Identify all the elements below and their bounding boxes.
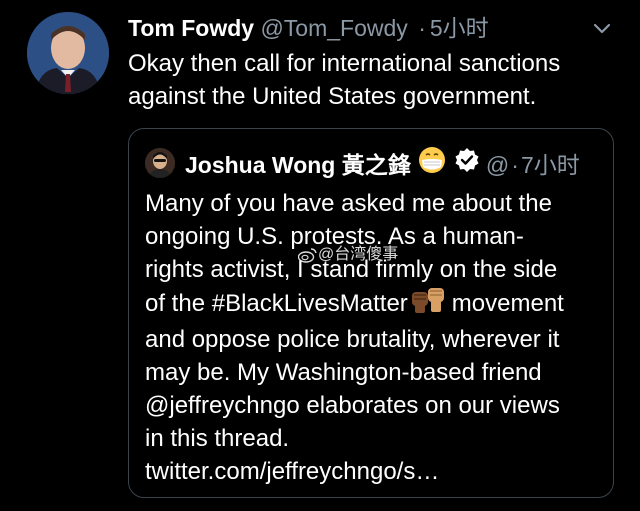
watermark-text: @台湾傻事 (318, 246, 399, 263)
hashtag-line: of the #BlackLivesMatter (145, 289, 408, 317)
quoted-tweet-card[interactable]: Joshua Wong 黃之鋒 @·7小时 Many of you have a… (128, 128, 614, 498)
link-line[interactable]: twitter.com/jeffreychngo/s… (145, 455, 601, 488)
chevron-down-icon[interactable] (591, 18, 613, 40)
text-line: @jeffreychngo elaborates on our views (145, 392, 560, 419)
mask-face-emoji-icon (417, 145, 447, 185)
quoted-author-avatar (145, 148, 175, 178)
text-line: Many of you have asked me about the (145, 190, 552, 217)
quoted-tweet-time[interactable]: 7小时 (521, 152, 580, 178)
quoted-author-handle[interactable]: @ (486, 152, 509, 178)
author-avatar[interactable] (27, 12, 109, 94)
text-line: and oppose police brutality, wherever it (145, 326, 560, 353)
text-line: in this thread. (145, 425, 290, 452)
weibo-logo-icon (297, 248, 317, 263)
tweet-text: Okay then call for international sanctio… (128, 50, 561, 110)
separator-dot: · (511, 152, 519, 178)
quoted-author-name[interactable]: Joshua Wong 黃之鋒 (185, 152, 411, 178)
author-handle[interactable]: @Tom_Fowdy (260, 15, 407, 41)
quoted-tweet-header: Joshua Wong 黃之鋒 @·7小时 (185, 145, 580, 181)
text-line: of the #BlackLivesMatter movement (145, 286, 601, 323)
tweet-time[interactable]: 5小时 (430, 15, 489, 41)
hashtag-line-continued: movement (451, 289, 564, 317)
separator-dot: · (418, 15, 426, 41)
quoted-tweet-text: Many of you have asked me about the ongo… (145, 187, 601, 488)
tweet-header: Tom Fowdy @Tom_Fowdy · 5小时 (128, 12, 608, 44)
author-name[interactable]: Tom Fowdy (128, 15, 254, 41)
raised-fists-emoji-icon (410, 286, 446, 323)
watermark: @台湾傻事 (297, 244, 399, 266)
text-line: may be. My Washington-based friend (145, 359, 542, 386)
verified-badge-icon (454, 147, 480, 183)
